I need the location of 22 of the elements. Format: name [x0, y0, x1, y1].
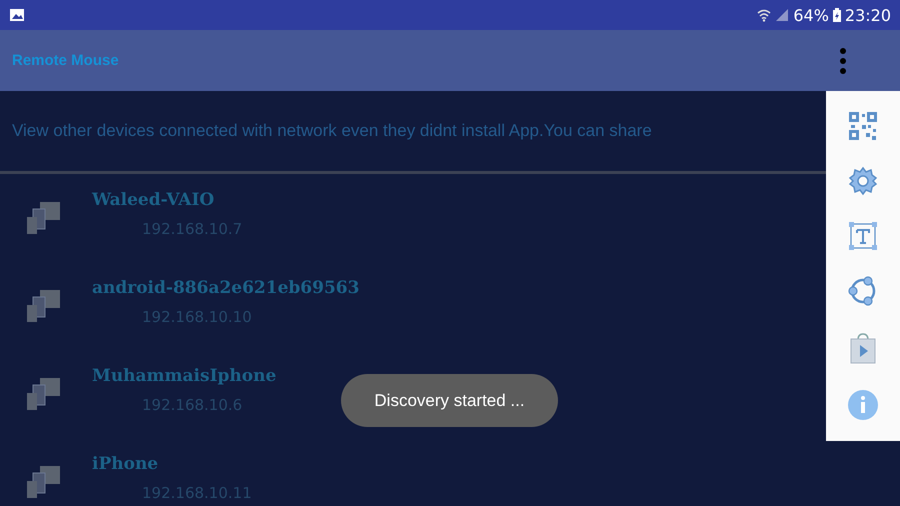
toast-message: Discovery started ...	[341, 374, 558, 427]
battery-percent: 64%	[793, 6, 829, 24]
clock: 23:20	[844, 6, 891, 24]
app-title: Remote Mouse	[12, 52, 119, 69]
devices-icon	[26, 464, 62, 500]
device-name: MuhammaisIphone	[92, 366, 276, 386]
device-name: android-886a2e621eb69563	[92, 278, 360, 298]
settings-icon[interactable]	[848, 166, 878, 196]
device-name: Waleed-VAIO	[92, 190, 214, 210]
battery-icon	[832, 8, 841, 22]
devices-icon	[26, 200, 62, 236]
device-name: iPhone	[92, 454, 158, 474]
image-icon	[9, 8, 25, 22]
play-store-bag-icon[interactable]	[849, 332, 877, 364]
qr-code-icon[interactable]	[848, 111, 878, 142]
signal-icon	[775, 8, 790, 22]
wifi-icon	[757, 8, 772, 22]
description-text: View other devices connected with network even they didnt install App.You can share	[12, 121, 652, 141]
devices-icon	[26, 288, 62, 324]
text-frame-icon[interactable]	[848, 220, 878, 251]
devices-icon	[26, 376, 62, 412]
info-icon[interactable]	[847, 388, 879, 421]
